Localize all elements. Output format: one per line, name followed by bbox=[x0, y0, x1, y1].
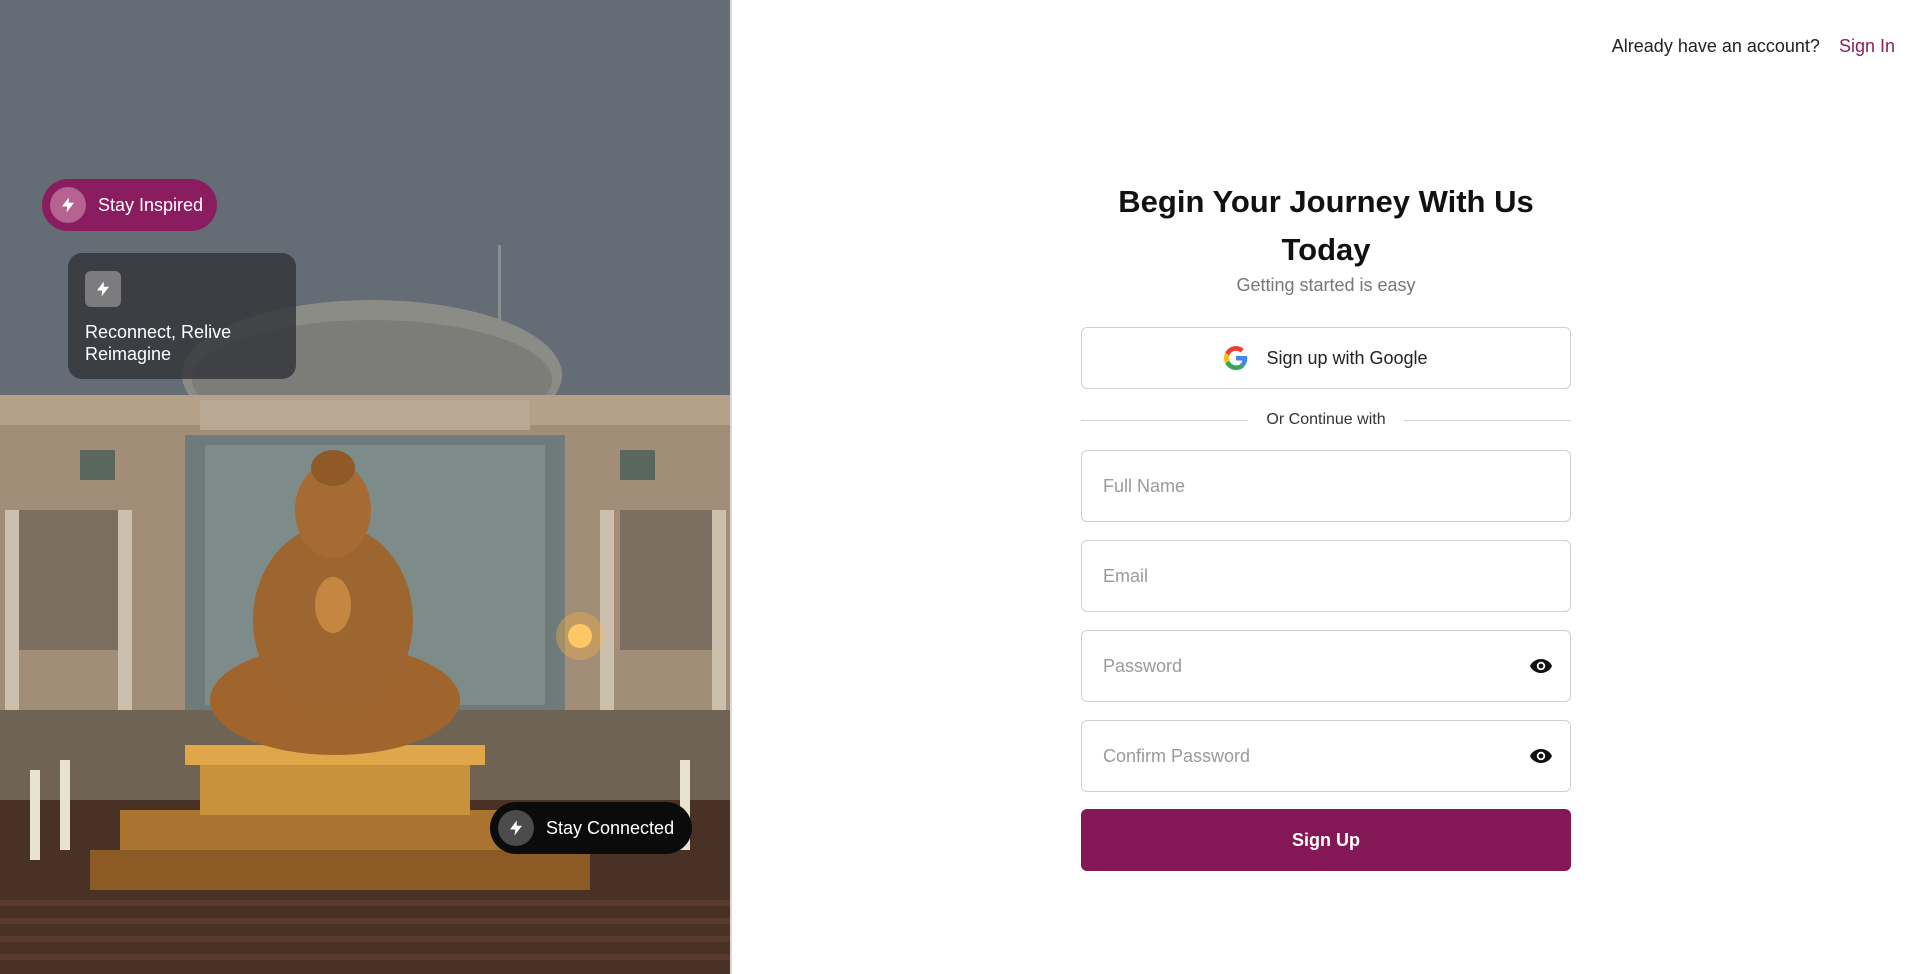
signin-prompt-text: Already have an account? bbox=[1611, 36, 1820, 56]
lightning-bolt-icon bbox=[50, 187, 86, 223]
hero-image-panel: Stay Inspired Reconnect, Relive Reimagin… bbox=[0, 0, 732, 974]
signin-prompt: Already have an account? Sign In bbox=[1612, 36, 1895, 57]
email-input[interactable] bbox=[1082, 541, 1570, 611]
signup-form-panel: Already have an account? Sign In Begin Y… bbox=[732, 0, 1917, 974]
email-field bbox=[1081, 540, 1571, 612]
confirm-password-input[interactable] bbox=[1082, 721, 1570, 791]
stay-connected-badge: Stay Connected bbox=[490, 802, 693, 854]
google-icon bbox=[1224, 346, 1248, 370]
full-name-field bbox=[1081, 450, 1571, 522]
sign-up-button[interactable]: Sign Up bbox=[1081, 809, 1571, 871]
lightning-bolt-icon bbox=[85, 271, 121, 307]
password-input[interactable] bbox=[1082, 631, 1570, 701]
stay-inspired-label: Stay Inspired bbox=[98, 194, 204, 215]
signup-form: Begin Your Journey With Us Today Getting… bbox=[1081, 178, 1572, 871]
eye-icon[interactable] bbox=[1529, 654, 1553, 678]
page-title: Begin Your Journey With Us Today bbox=[1118, 184, 1534, 267]
confirm-password-field bbox=[1081, 720, 1571, 792]
signup-page: Stay Inspired Reconnect, Relive Reimagin… bbox=[0, 0, 1917, 974]
or-continue-divider: Or Continue with bbox=[1081, 402, 1572, 438]
page-subtitle: Getting started is easy bbox=[1236, 275, 1416, 295]
eye-icon[interactable] bbox=[1529, 744, 1553, 768]
stay-inspired-badge: Stay Inspired bbox=[42, 179, 218, 231]
full-name-input[interactable] bbox=[1082, 451, 1570, 521]
divider-line bbox=[1081, 419, 1249, 421]
divider-line bbox=[1403, 419, 1572, 421]
google-signup-label: Sign up with Google bbox=[1266, 347, 1428, 368]
divider-text: Or Continue with bbox=[1266, 411, 1386, 428]
stay-connected-label: Stay Connected bbox=[546, 817, 675, 838]
lightning-bolt-icon bbox=[498, 810, 534, 846]
reconnect-card-text: Reconnect, Relive Reimagine bbox=[85, 322, 232, 364]
password-field bbox=[1081, 630, 1571, 702]
reconnect-card: Reconnect, Relive Reimagine bbox=[68, 253, 296, 379]
signin-link[interactable]: Sign In bbox=[1839, 36, 1895, 56]
google-signup-button[interactable]: Sign up with Google bbox=[1081, 327, 1571, 389]
